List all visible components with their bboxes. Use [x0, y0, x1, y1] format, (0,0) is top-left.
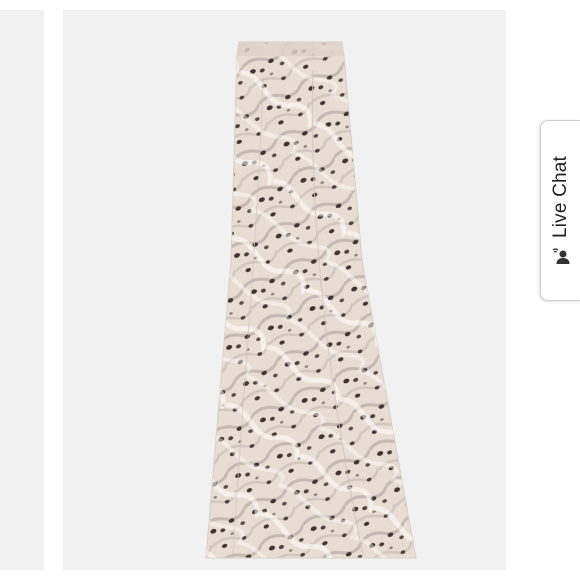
product-gallery: Live Chat — [0, 0, 580, 580]
product-image[interactable] — [63, 10, 506, 570]
previous-product-image[interactable] — [0, 10, 44, 570]
live-chat-content: Live Chat — [550, 155, 572, 265]
live-chat-label: Live Chat — [549, 155, 571, 238]
skirt-illustration — [205, 41, 417, 559]
live-chat-button[interactable]: Live Chat — [540, 120, 580, 301]
chat-person-icon — [551, 246, 571, 266]
